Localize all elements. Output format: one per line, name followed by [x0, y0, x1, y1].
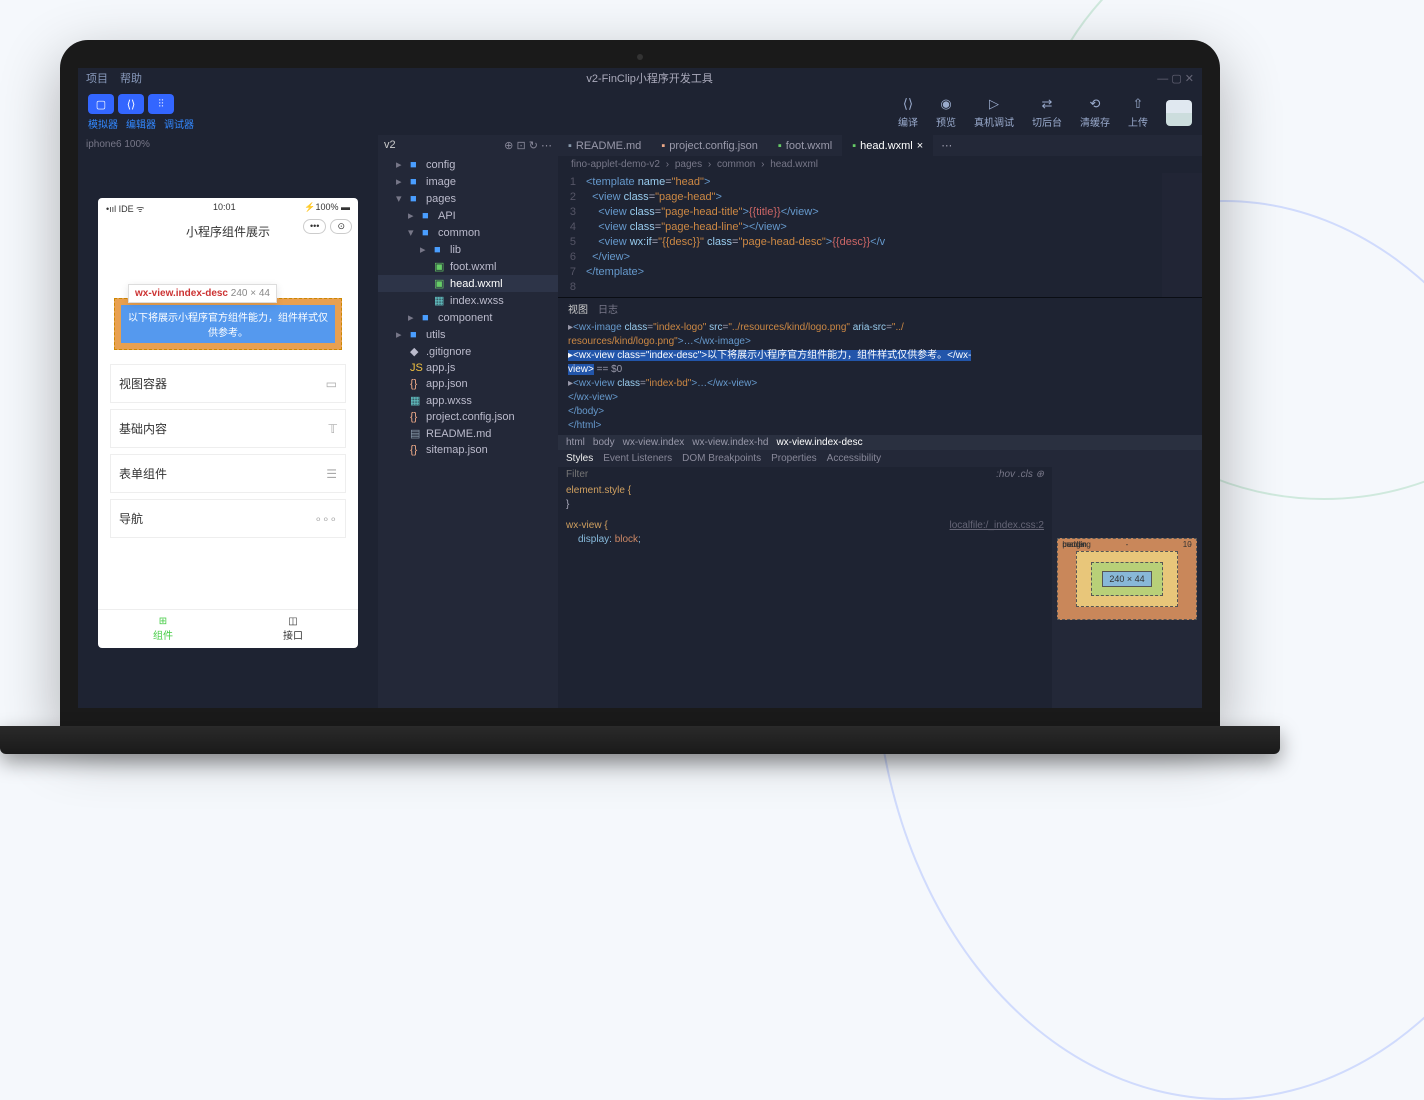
crumb-wx-view.index-desc[interactable]: wx-view.index-desc	[776, 437, 862, 448]
tabs-overflow[interactable]: ⋯	[933, 135, 960, 156]
file-explorer: v2 ⊕ ⊡ ↻ ⋯ ▸■config▸■image▾■pages▸■API▾■…	[378, 135, 558, 708]
styles-toggles[interactable]: :hov .cls ⊕	[996, 469, 1044, 480]
debugger-toggle[interactable]: ⫶⫶	[148, 94, 174, 114]
file-pages[interactable]: ▾■pages	[378, 190, 558, 207]
code-editor[interactable]: 1<template name="head">2 <view class="pa…	[558, 173, 1202, 297]
toolbar: ▢ ⟨⟩ ⫶⫶ 模拟器编辑器调试器 ⟨⟩编译◉预览▷真机调试⇄切后台⟲清缓存⇧上…	[78, 88, 1202, 135]
explorer-actions[interactable]: ⊕ ⊡ ↻ ⋯	[504, 139, 552, 152]
list-item[interactable]: 视图容器▭	[110, 364, 346, 403]
editor-panel: ▪README.md▪project.config.json▪foot.wxml…	[558, 135, 1202, 708]
status-signal: •ııl IDE ᯤ	[106, 202, 144, 215]
window-controls[interactable]: — ▢ ✕	[1157, 72, 1194, 85]
dt-tab-日志[interactable]: 日志	[598, 301, 618, 316]
app-title: 小程序组件展示	[186, 225, 270, 239]
styles-tab-Event Listeners[interactable]: Event Listeners	[603, 453, 672, 464]
file-index.wxss[interactable]: ▦index.wxss	[378, 292, 558, 309]
crumb-body[interactable]: body	[593, 437, 615, 448]
list-item[interactable]: 基础内容𝕋	[110, 409, 346, 448]
file-README.md[interactable]: ▤README.md	[378, 425, 558, 442]
styles-tab-DOM Breakpoints[interactable]: DOM Breakpoints	[682, 453, 761, 464]
file-common[interactable]: ▾■common	[378, 224, 558, 241]
action-真机调试[interactable]: ▷真机调试	[974, 96, 1014, 129]
file-utils[interactable]: ▸■utils	[378, 326, 558, 343]
file-app.js[interactable]: JSapp.js	[378, 360, 558, 376]
styles-filter[interactable]	[566, 469, 996, 480]
dom-tree[interactable]: ▸<wx-image class="index-logo" src="../re…	[558, 319, 1202, 435]
editor-toggle[interactable]: ⟨⟩	[118, 94, 144, 114]
devtools: 视图日志 ▸<wx-image class="index-logo" src="…	[558, 297, 1202, 708]
action-切后台[interactable]: ⇄切后台	[1032, 96, 1062, 129]
capsule-menu[interactable]: •••	[303, 219, 326, 234]
box-model: margin10 border- padding- 240 × 44	[1052, 450, 1202, 708]
file-app.wxss[interactable]: ▦app.wxss	[378, 392, 558, 409]
file-.gitignore[interactable]: ◆.gitignore	[378, 343, 558, 360]
action-清缓存[interactable]: ⟲清缓存	[1080, 96, 1110, 129]
tab-foot.wxml[interactable]: ▪foot.wxml	[768, 135, 842, 156]
crumb-html[interactable]: html	[566, 437, 585, 448]
tab-head.wxml[interactable]: ▪head.wxml×	[842, 135, 933, 156]
file-image[interactable]: ▸■image	[378, 173, 558, 190]
file-component[interactable]: ▸■component	[378, 309, 558, 326]
crumb-wx-view.index[interactable]: wx-view.index	[623, 437, 685, 448]
laptop-frame: 项目帮助 v2-FinClip小程序开发工具 — ▢ ✕ ▢ ⟨⟩ ⫶⫶ 模拟器…	[60, 40, 1220, 754]
device-info: iphone6 100%	[78, 135, 378, 154]
file-head.wxml[interactable]: ▣head.wxml	[378, 275, 558, 292]
minimap[interactable]	[1162, 173, 1202, 297]
simulator-toggle[interactable]: ▢	[88, 94, 114, 114]
tab-README.md[interactable]: ▪README.md	[558, 135, 651, 156]
file-project.config.json[interactable]: {}project.config.json	[378, 409, 558, 425]
status-time: 10:01	[213, 202, 236, 215]
file-config[interactable]: ▸■config	[378, 156, 558, 173]
action-预览[interactable]: ◉预览	[936, 96, 956, 129]
styles-tab-Accessibility[interactable]: Accessibility	[827, 453, 881, 464]
inspect-tooltip: wx-view.index-desc 240 × 44	[128, 284, 277, 303]
tab-project.config.json[interactable]: ▪project.config.json	[651, 135, 768, 156]
action-编译[interactable]: ⟨⟩编译	[898, 96, 918, 129]
status-battery: ⚡100% ▬	[304, 202, 350, 215]
list-item[interactable]: 导航∘∘∘	[110, 499, 346, 538]
menu-项目[interactable]: 项目	[86, 70, 108, 86]
dom-breadcrumb[interactable]: html body wx-view.index wx-view.index-hd wx-…	[558, 435, 1202, 450]
crumb-wx-view.index-hd[interactable]: wx-view.index-hd	[692, 437, 768, 448]
window-title: v2-FinClip小程序开发工具	[586, 70, 713, 86]
file-foot.wxml[interactable]: ▣foot.wxml	[378, 258, 558, 275]
avatar[interactable]	[1166, 100, 1192, 126]
styles-tab-Properties[interactable]: Properties	[771, 453, 817, 464]
file-sitemap.json[interactable]: {}sitemap.json	[378, 442, 558, 458]
inspected-element: 以下将展示小程序官方组件能力，组件样式仅供参考。	[114, 298, 342, 350]
action-上传[interactable]: ⇧上传	[1128, 96, 1148, 129]
menu-bar: 项目帮助 v2-FinClip小程序开发工具 — ▢ ✕	[78, 68, 1202, 88]
dt-tab-视图[interactable]: 视图	[568, 301, 588, 316]
file-app.json[interactable]: {}app.json	[378, 376, 558, 392]
phone-preview: •ııl IDE ᯤ 10:01 ⚡100% ▬ 小程序组件展示 ••• ⊙	[98, 198, 358, 648]
phone-tab-组件[interactable]: ⊞组件	[98, 610, 228, 648]
close-icon: ×	[917, 140, 923, 152]
ide-window: 项目帮助 v2-FinClip小程序开发工具 — ▢ ✕ ▢ ⟨⟩ ⫶⫶ 模拟器…	[78, 68, 1202, 708]
capsule-close[interactable]: ⊙	[330, 219, 352, 234]
styles-panel: Styles Event Listeners DOM Breakpoints Prop…	[558, 450, 1052, 708]
file-lib[interactable]: ▸■lib	[378, 241, 558, 258]
simulator-panel: iphone6 100% •ııl IDE ᯤ 10:01 ⚡100% ▬ 小程…	[78, 135, 378, 708]
list-item[interactable]: 表单组件☰	[110, 454, 346, 493]
menu-帮助[interactable]: 帮助	[120, 70, 142, 86]
styles-tab-Styles[interactable]: Styles	[566, 453, 593, 464]
phone-tab-接口[interactable]: ◫接口	[228, 610, 358, 648]
project-root: v2	[384, 139, 396, 152]
file-API[interactable]: ▸■API	[378, 207, 558, 224]
breadcrumb[interactable]: fino-applet-demo-v2 › pages › common › h…	[558, 156, 1202, 173]
